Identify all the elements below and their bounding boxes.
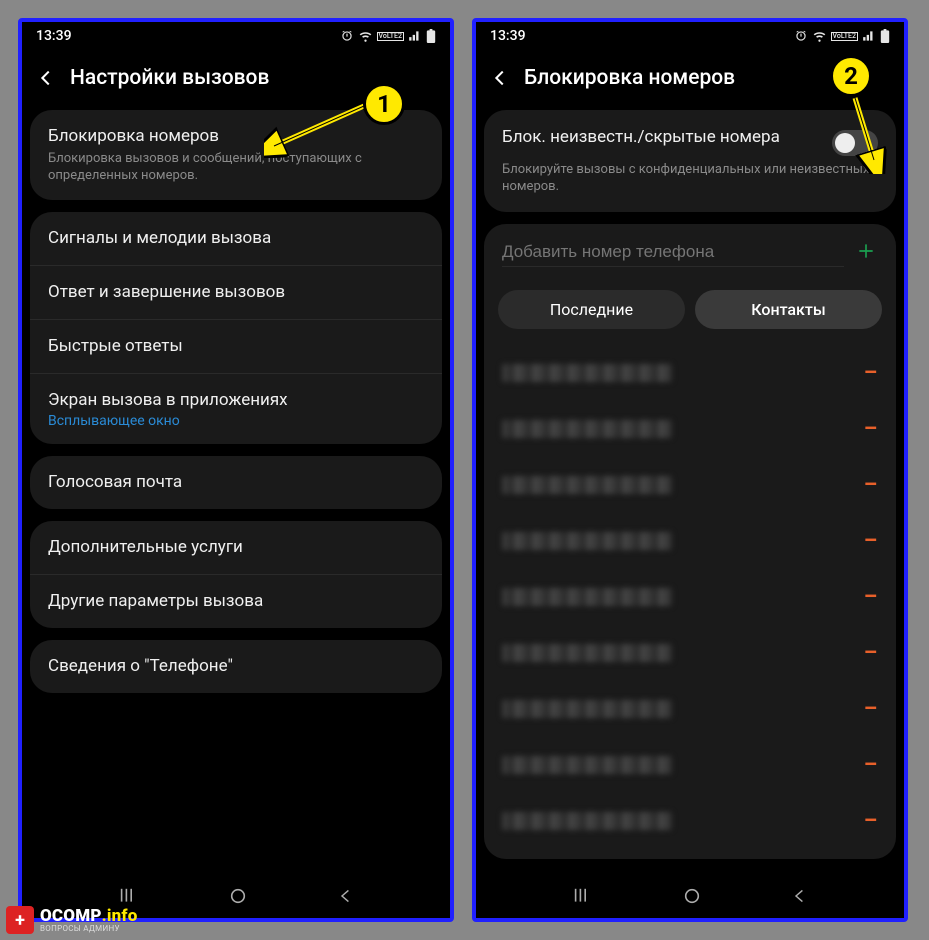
chevron-left-icon	[489, 67, 511, 89]
blocked-number-row: −	[484, 569, 896, 625]
nav-home-button[interactable]	[229, 887, 247, 909]
status-time: 13:39	[490, 28, 526, 44]
status-bar: 13:39 VoLTE2	[476, 22, 904, 50]
blocked-number-redacted	[502, 364, 672, 382]
remove-number-button[interactable]: −	[863, 694, 878, 724]
nav-recents-button[interactable]	[572, 888, 592, 908]
blocked-number-redacted	[502, 644, 672, 662]
item-ringtones[interactable]: Сигналы и мелодии вызова	[30, 212, 442, 266]
phone-left-screenshot: 13:39 VoLTE2 Настройки вызовов Блокировк…	[18, 18, 454, 922]
recent-chip[interactable]: Последние	[498, 290, 685, 329]
blocked-number-row: −	[484, 457, 896, 513]
status-icons: VoLTE2	[340, 29, 436, 43]
home-icon	[683, 887, 701, 905]
status-icons: VoLTE2	[794, 29, 890, 43]
nav-back-button[interactable]	[338, 888, 354, 908]
back-button[interactable]	[486, 64, 514, 92]
remove-number-button[interactable]: −	[863, 582, 878, 612]
toggle-subtitle: Блокируйте вызовы с конфиденциальных или…	[484, 162, 896, 212]
phone-right-screenshot: 13:39 VoLTE2 Блокировка номеров Блок. не…	[472, 18, 908, 922]
remove-number-button[interactable]: −	[863, 750, 878, 780]
blocked-number-row: −	[484, 793, 896, 849]
remove-number-button[interactable]: −	[863, 358, 878, 388]
remove-number-button[interactable]: −	[863, 526, 878, 556]
blocked-list-card: Последние Контакты − − − − − − − − −	[484, 224, 896, 859]
status-bar: 13:39 VoLTE2	[22, 22, 450, 50]
remove-number-button[interactable]: −	[863, 470, 878, 500]
signal-icon	[408, 29, 422, 43]
watermark-sub: ВОПРОСЫ АДМИНУ	[40, 925, 138, 933]
status-time: 13:39	[36, 28, 72, 44]
android-navbar	[476, 878, 904, 918]
volte-icon: VoLTE2	[377, 32, 404, 41]
watermark-badge: +	[6, 906, 34, 934]
blocked-number-row: −	[484, 737, 896, 793]
back-icon	[338, 888, 354, 904]
recents-icon	[118, 888, 138, 904]
item-link-popup: Всплывающее окно	[48, 413, 424, 429]
blocked-numbers-list: − − − − − − − − −	[484, 345, 896, 859]
volte-icon: VoLTE2	[831, 32, 858, 41]
back-icon	[792, 888, 808, 904]
settings-group-4: Дополнительные услуги Другие параметры в…	[30, 521, 442, 628]
remove-number-button[interactable]: −	[863, 638, 878, 668]
home-icon	[229, 887, 247, 905]
item-additional-services[interactable]: Дополнительные услуги	[30, 521, 442, 575]
item-voicemail[interactable]: Голосовая почта	[30, 456, 442, 509]
back-button[interactable]	[32, 64, 60, 92]
battery-icon	[426, 29, 436, 43]
add-number-button[interactable]	[854, 238, 878, 268]
toggle-title: Блок. неизвестн./скрытые номера	[502, 126, 832, 148]
wifi-icon	[358, 29, 373, 43]
settings-group-3: Голосовая почта	[30, 456, 442, 509]
item-title: Блокировка номеров	[48, 125, 424, 148]
alarm-icon	[340, 29, 354, 43]
add-number-input[interactable]	[502, 238, 844, 267]
recents-icon	[572, 888, 592, 904]
blocked-number-row: −	[484, 513, 896, 569]
item-about-phone[interactable]: Сведения о "Телефоне"	[30, 640, 442, 693]
item-answer-end[interactable]: Ответ и завершение вызовов	[30, 266, 442, 320]
settings-group-5: Сведения о "Телефоне"	[30, 640, 442, 693]
settings-group-2: Сигналы и мелодии вызова Ответ и заверше…	[30, 212, 442, 445]
blocked-number-redacted	[502, 812, 672, 830]
item-quick-replies[interactable]: Быстрые ответы	[30, 320, 442, 374]
item-subtitle: Блокировка вызовов и сообщений, поступаю…	[48, 151, 424, 185]
watermark: + OCOMP.info ВОПРОСЫ АДМИНУ	[6, 906, 138, 934]
blocked-number-row: −	[484, 401, 896, 457]
wifi-icon	[812, 29, 827, 43]
blocked-number-redacted	[502, 588, 672, 606]
nav-home-button[interactable]	[683, 887, 701, 909]
watermark-title: OCOMP.info	[40, 908, 138, 925]
contacts-chip[interactable]: Контакты	[695, 290, 882, 329]
item-call-screen-apps[interactable]: Экран вызова в приложениях Всплывающее о…	[30, 374, 442, 445]
blocked-number-redacted	[502, 476, 672, 494]
chevron-left-icon	[35, 67, 57, 89]
blocked-number-redacted	[502, 700, 672, 718]
blocked-number-redacted	[502, 532, 672, 550]
plus-icon	[856, 241, 876, 261]
block-unknown-toggle[interactable]	[832, 130, 878, 156]
signal-icon	[862, 29, 876, 43]
page-title: Блокировка номеров	[524, 66, 735, 90]
blocked-number-row: −	[484, 345, 896, 401]
alarm-icon	[794, 29, 808, 43]
blocked-number-row: −	[484, 681, 896, 737]
callout-1: 1	[363, 83, 405, 125]
blocked-number-row: −	[484, 625, 896, 681]
remove-number-button[interactable]: −	[863, 806, 878, 836]
nav-back-button[interactable]	[792, 888, 808, 908]
page-title: Настройки вызовов	[70, 66, 269, 90]
item-other-call-params[interactable]: Другие параметры вызова	[30, 575, 442, 628]
callout-2: 2	[830, 55, 872, 97]
battery-icon	[880, 29, 890, 43]
remove-number-button[interactable]: −	[863, 414, 878, 444]
toggle-knob	[835, 133, 855, 153]
block-unknown-card: Блок. неизвестн./скрытые номера Блокируй…	[484, 110, 896, 212]
blocked-number-redacted	[502, 420, 672, 438]
blocked-number-redacted	[502, 756, 672, 774]
